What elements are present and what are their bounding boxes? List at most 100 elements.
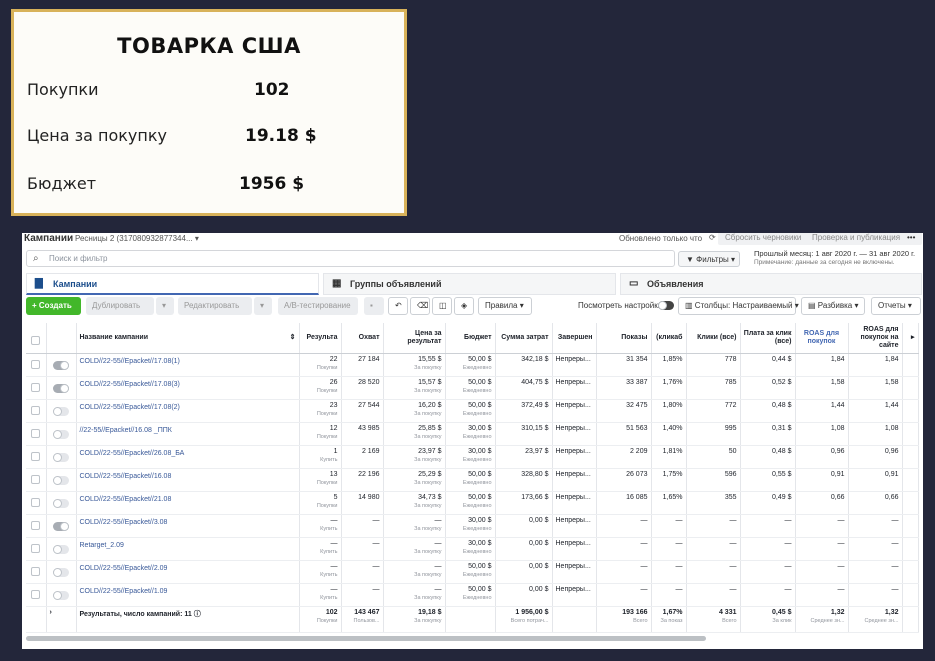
discard-drafts-button[interactable]: Сбросить черновики bbox=[718, 233, 809, 245]
campaign-name[interactable]: Retarget_2.09 bbox=[76, 537, 300, 561]
review-publish-button[interactable]: Проверка и публикация bbox=[805, 233, 908, 245]
column-header-reach[interactable]: Охват bbox=[341, 323, 384, 354]
row-select-cell[interactable] bbox=[26, 468, 47, 492]
table-row[interactable]: Retarget_2.09— Купить — — За покупку 30,00 $ Е… bbox=[26, 537, 919, 561]
campaign-toggle[interactable] bbox=[53, 475, 69, 485]
row-toggle-cell[interactable] bbox=[46, 422, 77, 446]
filters-button[interactable]: ▼ Фильтры ▾ bbox=[678, 251, 740, 267]
row-toggle-cell[interactable] bbox=[46, 353, 77, 377]
create-button[interactable]: + Создать bbox=[26, 297, 81, 315]
column-header-cpc[interactable]: Плата за клик (все) bbox=[740, 323, 796, 354]
campaign-name[interactable]: COLD//22-55//Epacket//1.09 bbox=[76, 583, 300, 607]
rules-dropdown[interactable]: Правила ▾ bbox=[478, 297, 532, 315]
row-toggle-cell[interactable] bbox=[46, 537, 77, 561]
breakdown-dropdown[interactable]: ▤ Разбивка ▾ bbox=[801, 297, 865, 315]
row-checkbox[interactable] bbox=[31, 497, 41, 507]
duplicate-dropdown-icon[interactable]: ▾ bbox=[156, 297, 174, 315]
campaign-toggle[interactable] bbox=[53, 360, 69, 370]
row-checkbox[interactable] bbox=[31, 543, 41, 553]
campaign-name[interactable]: COLD//22-55//Epacket//26.08_БА bbox=[76, 445, 300, 469]
column-header-ends[interactable]: Завершен bbox=[552, 323, 597, 354]
expand-icon[interactable]: › bbox=[46, 605, 77, 633]
row-toggle-cell[interactable] bbox=[46, 491, 77, 515]
row-select-cell[interactable] bbox=[26, 583, 47, 607]
table-row[interactable]: COLD//22-55//Epacket//2.09— Купить — — За по… bbox=[26, 560, 919, 584]
row-checkbox[interactable] bbox=[31, 451, 41, 461]
row-checkbox[interactable] bbox=[31, 566, 41, 576]
row-select-cell[interactable] bbox=[26, 491, 47, 515]
row-checkbox[interactable] bbox=[31, 382, 41, 392]
account-selector[interactable]: Ресницы 2 (317080932877344... ▾ bbox=[75, 234, 199, 243]
tab-ads[interactable]: ▭ Объявления bbox=[620, 273, 922, 295]
column-header-roas-site[interactable]: ROAS для покупок на сайте bbox=[848, 323, 903, 354]
table-row[interactable]: COLD//22-55//Epacket//17.08(1) 22 Покупки 2… bbox=[26, 353, 919, 377]
table-row[interactable]: COLD//22-55//Epacket//17.08(3) 26 Покупки 2… bbox=[26, 376, 919, 400]
ab-test-button[interactable]: A/B-тестирование bbox=[278, 297, 358, 315]
tab-campaigns[interactable]: ▇ Кампании bbox=[26, 273, 319, 295]
campaign-name[interactable]: //22-55//Epacket//16.08 _ППК bbox=[76, 422, 300, 446]
table-row[interactable]: COLD//22-55//Epacket//17.08(2) 23 Покупки 2… bbox=[26, 399, 919, 423]
campaign-toggle[interactable] bbox=[53, 521, 69, 531]
row-checkbox[interactable] bbox=[31, 428, 41, 438]
delete-icon[interactable]: ▪ bbox=[364, 297, 384, 315]
select-all-checkbox[interactable] bbox=[31, 335, 41, 345]
row-toggle-cell[interactable] bbox=[46, 376, 77, 400]
campaign-name[interactable]: COLD//22-55//Epacket//21.08 bbox=[76, 491, 300, 515]
row-select-cell[interactable] bbox=[26, 353, 47, 377]
table-row[interactable]: COLD//22-55//Epacket//1.09— Купить — — За по… bbox=[26, 583, 919, 607]
row-toggle-cell[interactable] bbox=[46, 399, 77, 423]
campaign-name[interactable]: COLD//22-55//Epacket//3.08 bbox=[76, 514, 300, 538]
row-checkbox[interactable] bbox=[31, 520, 41, 530]
row-select-cell[interactable] bbox=[26, 399, 47, 423]
row-select-cell[interactable] bbox=[26, 445, 47, 469]
reports-dropdown[interactable]: Отчеты ▾ bbox=[871, 297, 921, 315]
tag-icon[interactable]: ◈ bbox=[454, 297, 474, 315]
trash-icon[interactable]: ⌫ bbox=[410, 297, 430, 315]
row-select-cell[interactable] bbox=[26, 376, 47, 400]
campaign-name[interactable]: COLD//22-55//Epacket//17.08(3) bbox=[76, 376, 300, 400]
campaign-toggle[interactable] bbox=[53, 590, 69, 600]
preview-icon[interactable]: ◫ bbox=[432, 297, 452, 315]
edit-dropdown-icon[interactable]: ▾ bbox=[254, 297, 272, 315]
duplicate-button[interactable]: Дублировать bbox=[86, 297, 154, 315]
column-header-roas[interactable]: ROAS для покупок bbox=[795, 323, 849, 354]
column-header-ctr[interactable]: (кликаб bbox=[651, 323, 687, 354]
row-select-cell[interactable] bbox=[26, 422, 47, 446]
row-toggle-cell[interactable] bbox=[46, 445, 77, 469]
tab-ad-sets[interactable]: ▦ Группы объявлений bbox=[323, 273, 616, 295]
column-header-budget[interactable]: Бюджет bbox=[445, 323, 496, 354]
row-select-cell[interactable] bbox=[26, 537, 47, 561]
campaign-toggle[interactable] bbox=[53, 452, 69, 462]
campaign-toggle[interactable] bbox=[53, 383, 69, 393]
campaign-name[interactable]: COLD//22-55//Epacket//17.08(2) bbox=[76, 399, 300, 423]
more-icon[interactable]: ••• bbox=[900, 233, 923, 245]
campaign-name[interactable]: COLD//22-55//Epacket//17.08(1) bbox=[76, 353, 300, 377]
campaign-toggle[interactable] bbox=[53, 544, 69, 554]
row-select-cell[interactable] bbox=[26, 514, 47, 538]
campaign-name[interactable]: COLD//22-55//Epacket//16.08 bbox=[76, 468, 300, 492]
campaign-name[interactable]: COLD//22-55//Epacket//2.09 bbox=[76, 560, 300, 584]
search-input[interactable]: ⌕ Поиск и фильтр bbox=[26, 250, 675, 267]
row-checkbox[interactable] bbox=[31, 589, 41, 599]
undo-icon[interactable]: ↶ bbox=[388, 297, 408, 315]
row-checkbox[interactable] bbox=[31, 405, 41, 415]
column-header-results[interactable]: Результа bbox=[299, 323, 342, 354]
more-columns-icon[interactable]: ▸ bbox=[902, 323, 919, 354]
row-toggle-cell[interactable] bbox=[46, 560, 77, 584]
row-checkbox[interactable] bbox=[31, 359, 41, 369]
columns-dropdown[interactable]: ▥ Столбцы: Настраиваемый ▾ bbox=[678, 297, 799, 315]
date-range-picker[interactable]: Прошлый месяц: 1 авг 2020 г. — 31 авг 20… bbox=[744, 249, 920, 269]
table-row[interactable]: COLD//22-55//Epacket//16.08 13 Покупки 22 1… bbox=[26, 468, 919, 492]
column-header-amount-spent[interactable]: Сумма затрат bbox=[495, 323, 553, 354]
row-checkbox[interactable] bbox=[31, 474, 41, 484]
table-row[interactable]: COLD//22-55//Epacket//3.08— Купить — — За по… bbox=[26, 514, 919, 538]
table-row[interactable]: //22-55//Epacket//16.08 _ППК 12 Покупки 43 … bbox=[26, 422, 919, 446]
table-row[interactable]: COLD//22-55//Epacket//26.08_БА 1 Купить 2 1… bbox=[26, 445, 919, 469]
table-row[interactable]: COLD//22-55//Epacket//21.08 5 Покупки 14 98… bbox=[26, 491, 919, 515]
row-toggle-cell[interactable] bbox=[46, 468, 77, 492]
column-header-clicks[interactable]: Клики (все) bbox=[686, 323, 741, 354]
campaign-toggle[interactable] bbox=[53, 406, 69, 416]
column-header-name[interactable]: Название кампании ⇕ bbox=[76, 323, 300, 354]
row-toggle-cell[interactable] bbox=[46, 514, 77, 538]
horizontal-scrollbar[interactable] bbox=[26, 636, 706, 641]
